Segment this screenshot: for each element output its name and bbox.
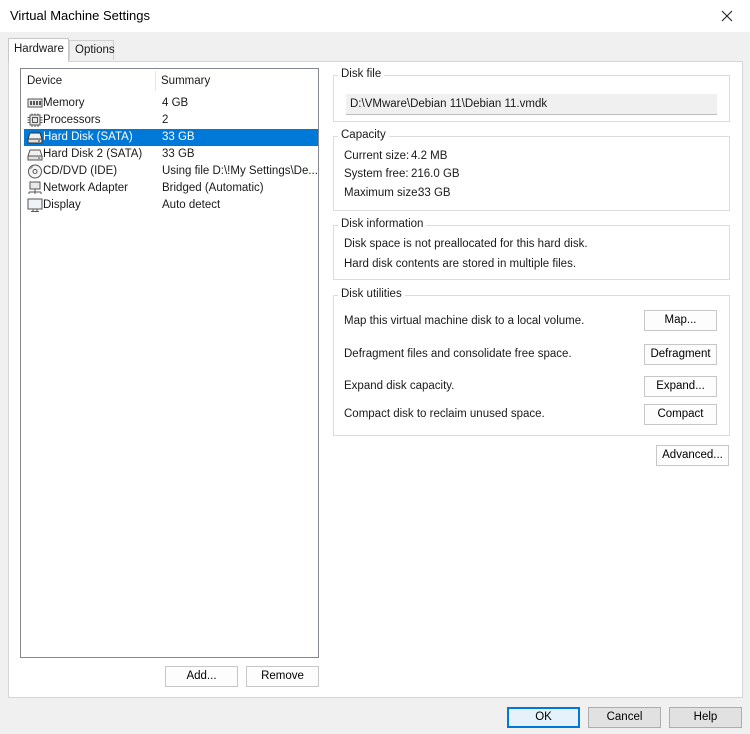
device-list[interactable]: Device Summary Memory 4 GB Processors 2 …: [20, 68, 319, 658]
title-bar: Virtual Machine Settings: [0, 0, 750, 32]
capacity-group-label: Capacity: [338, 129, 389, 141]
device-row-cd-dvd-ide[interactable]: CD/DVD (IDE) Using file D:\!My Settings\…: [24, 163, 318, 180]
ok-button-label: OK: [535, 711, 552, 723]
device-row-hard-disk-sata[interactable]: Hard Disk (SATA) 33 GB: [24, 129, 318, 146]
compact-button-label: Compact: [657, 408, 704, 420]
tab-options-label: Options: [75, 44, 115, 56]
device-name: CD/DVD (IDE): [43, 165, 118, 177]
disk-utilities-group-label: Disk utilities: [338, 288, 405, 300]
remove-device-label: Remove: [261, 670, 304, 682]
maximum-size-value: 33 GB: [418, 187, 451, 199]
capacity-group: Capacity Current size: 4.2 MB System fre…: [333, 129, 730, 211]
device-summary: Auto detect: [162, 199, 221, 211]
defragment-button-label: Defragment: [650, 348, 711, 360]
cancel-button[interactable]: Cancel: [588, 707, 661, 728]
column-header-device[interactable]: Device: [27, 75, 62, 87]
cd-dvd-icon: [27, 164, 43, 179]
expand-button-label: Expand...: [656, 380, 705, 392]
device-summary: Using file D:\!My Settings\De...: [162, 165, 318, 177]
disk-file-group-label: Disk file: [338, 68, 385, 80]
device-name: Display: [43, 199, 81, 211]
device-row-processors[interactable]: Processors 2: [24, 112, 318, 129]
defragment-description: Defragment files and consolidate free sp…: [344, 348, 572, 360]
device-name: Network Adapter: [43, 182, 129, 194]
device-summary: 33 GB: [162, 148, 195, 160]
device-name: Hard Disk 2 (SATA): [43, 148, 143, 160]
display-icon: [27, 198, 43, 213]
close-button[interactable]: [704, 0, 750, 32]
map-description: Map this virtual machine disk to a local…: [344, 315, 585, 327]
expand-description: Expand disk capacity.: [344, 380, 455, 392]
column-header-summary[interactable]: Summary: [161, 75, 210, 87]
close-icon: [721, 10, 733, 22]
defragment-button[interactable]: Defragment: [644, 344, 717, 365]
advanced-button-label: Advanced...: [662, 449, 723, 461]
column-separator[interactable]: [155, 71, 156, 91]
disk-information-group: Disk information Disk space is not preal…: [333, 218, 730, 280]
advanced-button[interactable]: Advanced...: [656, 445, 729, 466]
disk-information-line-2: Hard disk contents are stored in multipl…: [344, 258, 577, 270]
device-name: Hard Disk (SATA): [43, 131, 133, 143]
processor-icon: [27, 113, 43, 128]
device-name: Memory: [43, 97, 85, 109]
remove-device-button[interactable]: Remove: [246, 666, 319, 687]
device-summary: Bridged (Automatic): [162, 182, 264, 194]
device-name: Processors: [43, 114, 101, 126]
disk-file-group: Disk file D:\VMware\Debian 11\Debian 11.…: [333, 68, 730, 122]
expand-button[interactable]: Expand...: [644, 376, 717, 397]
current-size-label: Current size:: [344, 150, 410, 162]
help-button[interactable]: Help: [669, 707, 742, 728]
device-summary: 4 GB: [162, 97, 189, 109]
device-row-network-adapter[interactable]: Network Adapter Bridged (Automatic): [24, 180, 318, 197]
compact-description: Compact disk to reclaim unused space.: [344, 408, 545, 420]
device-row-hard-disk-2-sata[interactable]: Hard Disk 2 (SATA) 33 GB: [24, 146, 318, 163]
hard-disk-icon: [27, 147, 43, 162]
system-free-label: System free:: [344, 168, 409, 180]
network-adapter-icon: [27, 181, 43, 196]
add-device-button[interactable]: Add...: [165, 666, 238, 687]
compact-button[interactable]: Compact: [644, 404, 717, 425]
device-row-memory[interactable]: Memory 4 GB: [24, 95, 318, 112]
map-button-label: Map...: [664, 314, 697, 326]
system-free-value: 216.0 GB: [411, 168, 460, 180]
ok-button[interactable]: OK: [507, 707, 580, 728]
disk-information-line-1: Disk space is not preallocated for this …: [344, 238, 588, 250]
device-summary: 2: [162, 114, 169, 126]
help-button-label: Help: [693, 711, 718, 723]
maximum-size-label: Maximum size:: [344, 187, 421, 199]
cancel-button-label: Cancel: [606, 711, 643, 723]
disk-information-group-label: Disk information: [338, 218, 427, 230]
tab-options[interactable]: Options: [69, 40, 115, 60]
device-list-header: Device Summary: [21, 69, 318, 93]
memory-icon: [27, 96, 43, 111]
disk-file-path-field[interactable]: D:\VMware\Debian 11\Debian 11.vmdk: [346, 94, 717, 115]
tab-hardware-label: Hardware: [14, 43, 64, 55]
current-size-value: 4.2 MB: [411, 150, 448, 162]
window-title: Virtual Machine Settings: [10, 8, 150, 23]
device-summary: 33 GB: [162, 131, 195, 143]
tab-hardware[interactable]: Hardware: [8, 38, 69, 62]
device-row-display[interactable]: Display Auto detect: [24, 197, 318, 214]
map-button[interactable]: Map...: [644, 310, 717, 331]
hard-disk-icon: [27, 130, 43, 145]
add-device-label: Add...: [186, 670, 217, 682]
